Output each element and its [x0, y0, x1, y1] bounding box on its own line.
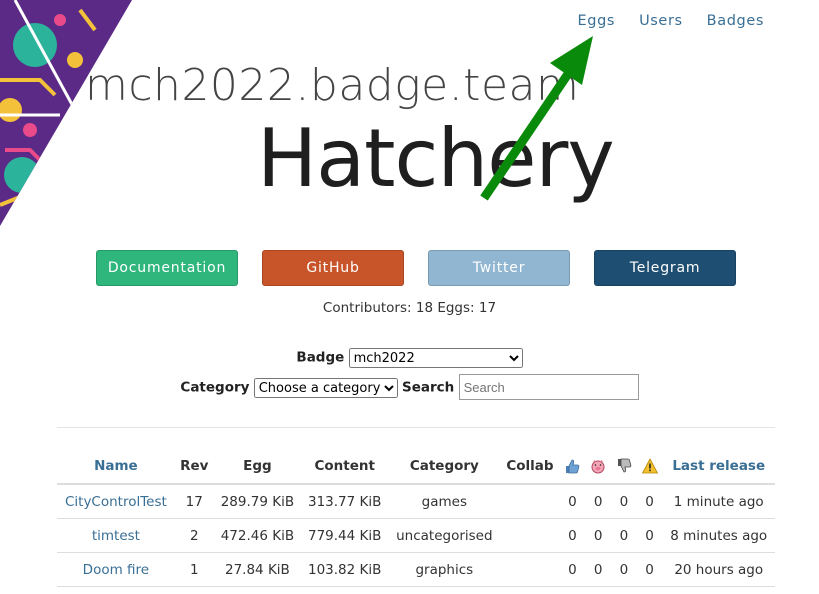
- collab-cell: [500, 483, 560, 519]
- divider: [57, 427, 775, 428]
- content-size-cell: 103.82 KiB: [301, 552, 389, 587]
- category-filter: Category Choose a category Search: [0, 374, 819, 400]
- pig-icon: [591, 460, 605, 474]
- content-size-cell: 779.44 KiB: [301, 518, 389, 553]
- collab-cell: [500, 518, 560, 553]
- collab-cell: [500, 552, 560, 587]
- egg-name-link[interactable]: Doom fire: [57, 552, 175, 587]
- col-rev: Rev: [180, 458, 209, 474]
- twitter-button[interactable]: Twitter: [428, 250, 570, 286]
- eggs-table: Name Rev Egg Content Category Collab Las…: [57, 449, 775, 587]
- col-collab: Collab: [506, 458, 554, 474]
- col-category: Category: [409, 458, 479, 474]
- search-input[interactable]: [458, 374, 639, 400]
- last-release-cell: 8 minutes ago: [662, 518, 775, 553]
- table-body: CityControlTest 17 289.79 KiB 313.77 KiB…: [57, 483, 775, 587]
- warning-icon: [641, 458, 658, 474]
- warning-count: 0: [636, 483, 663, 519]
- egg-name-link[interactable]: CityControlTest: [57, 483, 175, 519]
- egg-size-cell: 27.84 KiB: [213, 552, 302, 587]
- link-buttons: Documentation GitHub Twitter Telegram: [96, 250, 736, 286]
- contributor-stats: Contributors: 18 Eggs: 17: [322, 300, 497, 316]
- page-title: Hatchery: [257, 112, 615, 205]
- telegram-button[interactable]: Telegram: [594, 250, 736, 286]
- badge-select[interactable]: mch2022: [348, 348, 523, 368]
- egg-size-cell: 472.46 KiB: [213, 518, 302, 553]
- github-button[interactable]: GitHub: [262, 250, 404, 286]
- thumbs-down-count: 0: [611, 483, 637, 519]
- col-thumbs-down: [611, 449, 637, 484]
- col-last-release[interactable]: Last release: [662, 449, 775, 484]
- last-release-cell: 1 minute ago: [662, 483, 775, 519]
- thumbs-down-count: 0: [611, 552, 637, 587]
- site-name: mch2022.badge.team: [85, 60, 580, 111]
- last-release-cell: 20 hours ago: [662, 552, 775, 587]
- col-egg: Egg: [243, 458, 272, 474]
- table-row: timtest 2 472.46 KiB 779.44 KiB uncatego…: [57, 518, 775, 553]
- thumbs-down-icon: [617, 458, 632, 473]
- thumbs-down-count: 0: [611, 518, 637, 553]
- thumbs-up-count: 0: [559, 552, 586, 587]
- content-size-cell: 313.77 KiB: [301, 483, 389, 519]
- col-thumbs-up: [560, 449, 586, 484]
- nav-eggs[interactable]: Eggs: [578, 13, 616, 29]
- nav-users[interactable]: Users: [639, 13, 683, 29]
- hatchery-logo: [0, 0, 132, 226]
- category-cell: uncategorised: [388, 518, 501, 553]
- col-content: Content: [314, 458, 375, 474]
- thumbs-up-icon: [566, 459, 580, 474]
- warning-count: 0: [636, 518, 663, 553]
- pig-count: 0: [585, 518, 611, 553]
- pig-count: 0: [585, 483, 611, 519]
- category-label: Category: [180, 379, 250, 396]
- thumbs-up-count: 0: [559, 483, 586, 519]
- search-label: Search: [402, 379, 455, 396]
- table-header: Name Rev Egg Content Category Collab Las…: [57, 449, 775, 484]
- col-name[interactable]: Name: [57, 449, 175, 484]
- warning-count: 0: [636, 552, 663, 587]
- col-pig: [585, 449, 611, 484]
- rev-cell: 1: [174, 552, 214, 587]
- table-row: CityControlTest 17 289.79 KiB 313.77 KiB…: [57, 483, 775, 519]
- badge-label: Badge: [296, 349, 345, 366]
- nav-badges[interactable]: Badges: [707, 13, 764, 29]
- category-select[interactable]: Choose a category: [253, 378, 398, 398]
- documentation-button[interactable]: Documentation: [96, 250, 238, 286]
- egg-name-link[interactable]: timtest: [57, 518, 175, 553]
- pig-count: 0: [585, 552, 611, 587]
- badge-filter: Badge mch2022: [0, 348, 819, 368]
- table-row: Doom fire 1 27.84 KiB 103.82 KiB graphic…: [57, 552, 775, 587]
- rev-cell: 17: [174, 483, 214, 519]
- egg-size-cell: 289.79 KiB: [213, 483, 302, 519]
- thumbs-up-count: 0: [559, 518, 586, 553]
- category-cell: games: [388, 483, 501, 519]
- rev-cell: 2: [174, 518, 214, 553]
- category-cell: graphics: [388, 552, 501, 587]
- col-warning: [637, 449, 663, 484]
- top-nav: Eggs Users Badges: [578, 13, 764, 29]
